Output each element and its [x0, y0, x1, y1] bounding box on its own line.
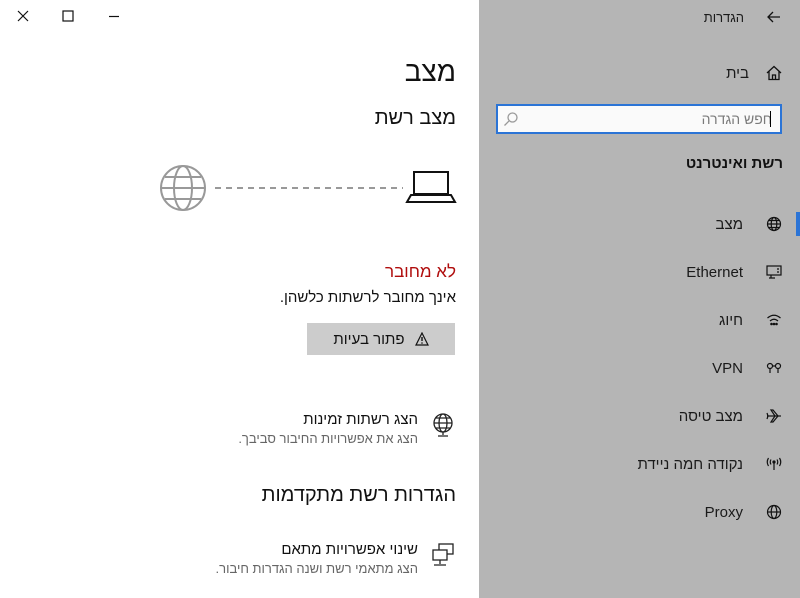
minimize-icon [109, 15, 119, 18]
home-label: בית [726, 64, 749, 82]
vpn-icon [766, 362, 782, 373]
network-status-diagram [160, 165, 457, 211]
maximize-icon [62, 10, 74, 22]
sidebar-item-label: VPN [712, 359, 743, 377]
show-networks-description: הצג את אפשרויות החיבור סביבך. [238, 431, 418, 446]
warning-icon [414, 332, 429, 346]
page-title: מצב [404, 56, 456, 87]
globe-icon [766, 504, 782, 520]
home-icon [766, 65, 782, 81]
show-available-networks-link[interactable]: הצג רשתות זמינות הצג את אפשרויות החיבור … [238, 410, 456, 448]
sidebar-item-status[interactable]: מצב [479, 200, 800, 248]
sidebar-section-title: רשת ואינטרנט [685, 155, 783, 172]
sidebar-item-proxy[interactable]: Proxy [479, 488, 800, 536]
sidebar-item-dialup[interactable]: חיוג [479, 296, 800, 344]
sidebar-item-label: מצב טיסה [678, 407, 743, 425]
sidebar-item-mobile-hotspot[interactable]: נקודה חמה ניידת [479, 440, 800, 488]
back-button[interactable] [766, 9, 782, 25]
change-adapter-options-link[interactable]: שינוי אפשרויות מתאם הצג מתאמי רשת ושנה ה… [216, 540, 456, 578]
show-networks-title: הצג רשתות זמינות [303, 411, 418, 428]
sidebar-item-label: Proxy [704, 503, 743, 521]
maximize-button[interactable] [45, 2, 91, 30]
dialup-icon [767, 314, 781, 326]
hotspot-icon [766, 457, 782, 470]
minimize-button[interactable] [91, 2, 137, 30]
globe-network-icon [433, 413, 453, 437]
sidebar-item-ethernet[interactable]: Ethernet [479, 248, 800, 296]
search-box[interactable] [496, 104, 782, 134]
selection-indicator [796, 212, 800, 236]
globe-status-icon [766, 216, 782, 232]
connection-status: לא מחובר [385, 262, 456, 281]
sidebar-nav: מצב Ethernet חיוג VPN מצב טיסה נקודה חמה… [479, 200, 800, 536]
sidebar-item-label: נקודה חמה ניידת [637, 455, 743, 473]
network-adapter-icon [432, 543, 454, 566]
close-button[interactable] [0, 2, 46, 30]
network-status-heading: מצב רשת [374, 107, 456, 129]
search-input[interactable] [520, 106, 776, 132]
text-caret [770, 111, 771, 127]
sidebar-item-vpn[interactable]: VPN [479, 344, 800, 392]
ethernet-icon [766, 265, 782, 279]
arrow-back-icon [767, 11, 780, 23]
laptop-icon [405, 171, 457, 203]
close-icon [17, 10, 29, 22]
sidebar-item-label: Ethernet [686, 263, 743, 281]
change-adapter-title: שינוי אפשרויות מתאם [281, 541, 418, 558]
main-pane: מצב מצב רשת לא מחובר אינך מחובר לרשתות כ… [0, 0, 479, 598]
search-icon [504, 112, 518, 126]
connection-status-description: אינך מחובר לרשתות כלשהן. [279, 289, 456, 306]
advanced-settings-heading: הגדרות רשת מתקדמות [261, 484, 456, 506]
sidebar-item-label: מצב [715, 215, 743, 233]
troubleshoot-label: פתור בעיות [333, 330, 405, 348]
sidebar-item-airplane-mode[interactable]: מצב טיסה [479, 392, 800, 440]
globe-large-icon [160, 165, 206, 211]
change-adapter-description: הצג מתאמי רשת ושנה הגדרות חיבור. [215, 561, 418, 576]
sidebar-item-label: חיוג [718, 311, 743, 329]
title-bar: הגדרות [704, 6, 782, 28]
window-title: הגדרות [703, 9, 744, 25]
troubleshoot-button[interactable]: פתור בעיות [307, 323, 455, 355]
airplane-icon [766, 409, 781, 423]
home-nav-item[interactable]: בית [726, 62, 782, 84]
